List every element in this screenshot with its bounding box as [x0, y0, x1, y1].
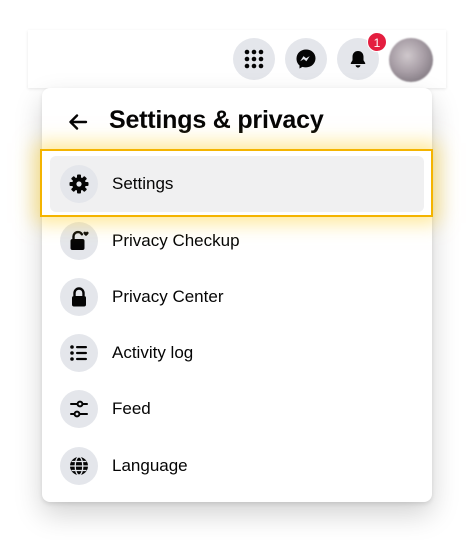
arrow-left-icon	[69, 114, 88, 130]
screenshot-stage: 1 Settings & privacy Settings Privacy Ch…	[0, 0, 474, 540]
menu-item-label: Settings	[112, 174, 174, 193]
menu-item-feed[interactable]: Feed	[50, 381, 424, 437]
menu-item-label: Privacy Center	[112, 287, 224, 306]
profile-avatar[interactable]	[389, 38, 433, 82]
bell-icon	[350, 51, 366, 68]
gear-icon	[60, 165, 98, 203]
top-navigation-bar: 1	[28, 30, 446, 88]
menu-button[interactable]	[233, 38, 275, 80]
menu-item-label: Language	[112, 456, 188, 475]
menu-item-language[interactable]: Language	[50, 438, 424, 494]
menu-item-privacy-checkup[interactable]: Privacy Checkup	[50, 213, 424, 269]
back-button[interactable]	[62, 106, 94, 138]
globe-icon	[60, 447, 98, 485]
menu-item-label: Privacy Checkup	[112, 231, 240, 250]
messenger-icon	[296, 49, 316, 69]
menu-item-activity-log[interactable]: Activity log	[50, 325, 424, 381]
menu-item-settings[interactable]: Settings	[50, 156, 424, 212]
panel-header: Settings & privacy	[42, 88, 432, 154]
sliders-icon	[60, 390, 98, 428]
panel-title: Settings & privacy	[109, 106, 324, 134]
menu-item-label: Feed	[112, 399, 151, 418]
lock-icon	[60, 278, 98, 316]
settings-privacy-panel: Settings & privacy Settings Privacy Chec…	[42, 88, 432, 502]
notifications-badge: 1	[367, 32, 387, 52]
lock-heart-icon	[60, 222, 98, 260]
list-icon	[60, 334, 98, 372]
menu-item-privacy-center[interactable]: Privacy Center	[50, 269, 424, 325]
notifications-button[interactable]: 1	[337, 32, 387, 80]
menu-item-label: Activity log	[112, 343, 194, 362]
menu-grid-icon	[244, 49, 264, 69]
messenger-button[interactable]	[285, 38, 327, 80]
